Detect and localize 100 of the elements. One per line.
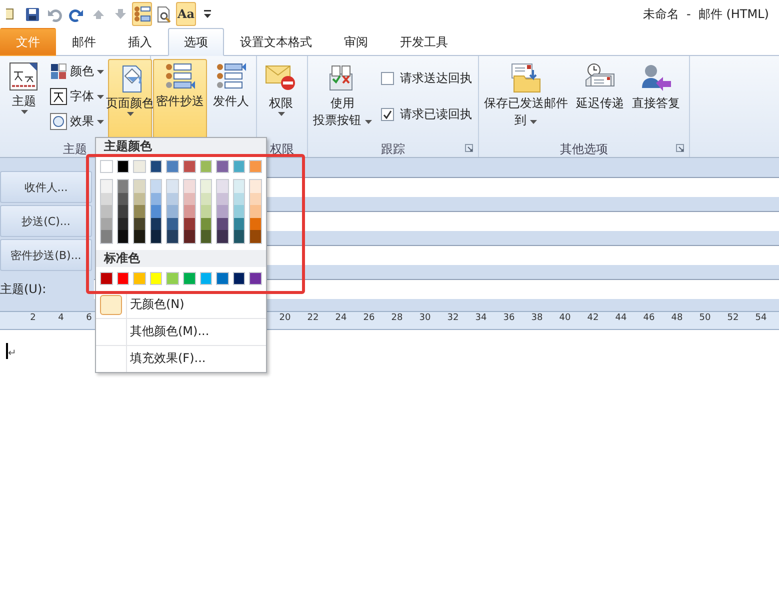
color-swatch[interactable]	[232, 160, 246, 173]
ribbon-tab[interactable]: 插入	[112, 28, 168, 56]
color-swatch[interactable]	[118, 218, 128, 230]
color-swatch[interactable]	[200, 192, 212, 206]
color-swatch[interactable]	[150, 160, 162, 173]
color-swatch[interactable]	[184, 205, 195, 218]
color-swatch[interactable]	[217, 192, 228, 206]
color-swatch[interactable]	[166, 160, 179, 173]
ribbon-button[interactable]: 保存已发送邮件 到	[481, 59, 571, 141]
ribbon-button[interactable]: 主题	[2, 59, 46, 141]
ribbon-button[interactable]: 权限	[259, 59, 303, 141]
color-swatch[interactable]	[118, 205, 128, 218]
color-swatch[interactable]	[150, 230, 162, 243]
color-swatch[interactable]	[200, 230, 212, 243]
color-swatch[interactable]	[234, 192, 244, 206]
color-swatch[interactable]	[234, 205, 244, 218]
color-swatch[interactable]	[250, 192, 261, 206]
color-swatch[interactable]	[234, 180, 244, 193]
ribbon-tab[interactable]: 选项	[168, 28, 224, 56]
color-swatch[interactable]	[167, 230, 178, 243]
address-button[interactable]: 收件人...	[0, 171, 92, 203]
color-swatch[interactable]	[184, 192, 195, 206]
color-swatch[interactable]	[133, 272, 146, 285]
ribbon-button[interactable]: 颜色	[48, 61, 106, 82]
color-swatch[interactable]	[116, 272, 130, 285]
color-swatch[interactable]	[150, 218, 162, 230]
color-swatch[interactable]	[118, 180, 128, 193]
menu-item[interactable]: 填充效果(F)...	[126, 346, 206, 372]
color-swatch[interactable]	[101, 230, 112, 243]
ribbon-tab[interactable]: 开发工具	[384, 28, 464, 56]
color-swatch[interactable]	[216, 160, 229, 173]
color-swatch[interactable]	[150, 192, 162, 206]
color-swatch[interactable]	[250, 218, 261, 230]
color-swatch[interactable]	[167, 205, 178, 218]
color-swatch[interactable]	[133, 160, 146, 173]
color-swatch[interactable]	[166, 272, 179, 285]
color-swatch[interactable]	[184, 230, 195, 243]
text-cursor	[6, 342, 8, 358]
checkbox[interactable]: 请求已读回执	[380, 103, 472, 125]
dialog-launcher-icon[interactable]	[465, 144, 473, 152]
color-swatch[interactable]	[234, 218, 244, 230]
color-swatch[interactable]	[217, 218, 228, 230]
color-swatch[interactable]	[182, 272, 196, 285]
ribbon-button[interactable]: 效果	[48, 111, 106, 132]
color-swatch[interactable]	[249, 160, 262, 173]
color-swatch[interactable]	[216, 272, 229, 285]
text-style-button[interactable]: Aa	[176, 2, 196, 26]
color-swatch[interactable]	[200, 205, 212, 218]
color-swatch[interactable]	[134, 205, 145, 218]
color-swatch[interactable]	[118, 192, 128, 206]
checkbox[interactable]: 请求送达回执	[380, 67, 472, 89]
color-swatch[interactable]	[101, 205, 112, 218]
color-swatch[interactable]	[200, 272, 212, 285]
dropdown-arrow-icon	[97, 120, 104, 124]
color-swatch[interactable]	[232, 272, 246, 285]
color-swatch[interactable]	[249, 272, 262, 285]
color-swatch[interactable]	[200, 180, 212, 193]
color-swatch[interactable]	[200, 218, 212, 230]
color-swatch[interactable]	[134, 192, 145, 206]
color-swatch[interactable]	[200, 160, 212, 173]
dialog-launcher-icon[interactable]	[676, 144, 684, 152]
color-swatch[interactable]	[167, 192, 178, 206]
color-swatch[interactable]	[217, 180, 228, 193]
color-swatch[interactable]	[217, 230, 228, 243]
color-swatch[interactable]	[150, 180, 162, 193]
ribbon-tab[interactable]: 审阅	[328, 28, 384, 56]
color-swatch[interactable]	[234, 230, 244, 243]
color-swatch[interactable]	[101, 218, 112, 230]
color-swatch[interactable]	[150, 205, 162, 218]
menu-item[interactable]: 其他颜色(M)...	[126, 318, 210, 345]
color-swatch[interactable]	[167, 180, 178, 193]
color-swatch[interactable]	[167, 218, 178, 230]
color-swatch[interactable]	[250, 180, 261, 193]
menu-item[interactable]: 无颜色(N)	[126, 292, 184, 318]
color-swatch[interactable]	[182, 160, 196, 173]
address-button[interactable]: 抄送(C)...	[0, 205, 92, 237]
ribbon-button[interactable]: 直接答复	[629, 59, 683, 141]
color-swatch[interactable]	[101, 192, 112, 206]
color-swatch[interactable]	[118, 230, 128, 243]
address-button[interactable]: 密件抄送(B)...	[0, 239, 92, 271]
ribbon-tab[interactable]: 设置文本格式	[224, 28, 328, 56]
color-swatch[interactable]	[250, 230, 261, 243]
color-swatch[interactable]	[134, 180, 145, 193]
color-swatch[interactable]	[101, 180, 112, 193]
color-swatch[interactable]	[184, 180, 195, 193]
ribbon-tab[interactable]: 邮件	[56, 28, 112, 56]
color-swatch[interactable]	[250, 205, 261, 218]
color-swatch[interactable]	[134, 230, 145, 243]
color-swatch[interactable]	[100, 272, 113, 285]
color-swatch[interactable]	[184, 218, 195, 230]
color-swatch[interactable]	[134, 218, 145, 230]
ribbon-button[interactable]: 延迟传递	[573, 59, 627, 141]
color-swatch[interactable]	[217, 205, 228, 218]
up-arrow-icon	[92, 8, 104, 20]
color-swatch[interactable]	[150, 272, 162, 285]
ribbon-button[interactable]: 发件人	[209, 59, 253, 141]
color-swatch[interactable]	[100, 160, 113, 173]
color-swatch[interactable]	[116, 160, 130, 173]
ribbon-button[interactable]: 使用 投票按钮	[310, 59, 375, 141]
ribbon-button[interactable]: 字体	[48, 86, 106, 107]
